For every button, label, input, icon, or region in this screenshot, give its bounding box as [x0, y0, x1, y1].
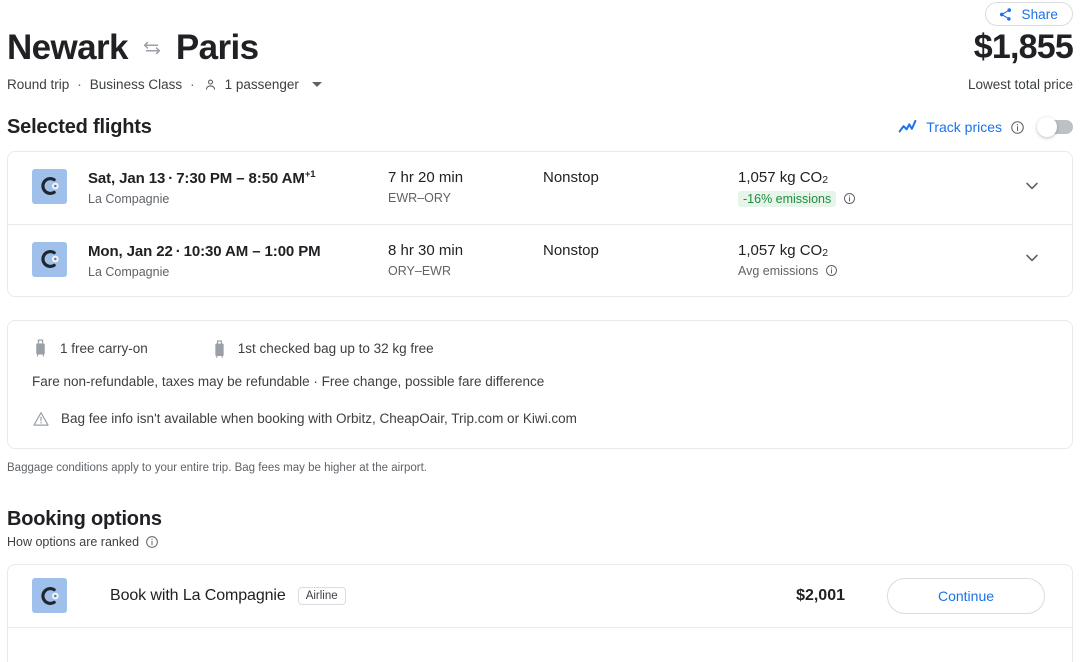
- info-icon[interactable]: [1010, 120, 1025, 135]
- flight-datetime: Sat, Jan 13 · 7:30 PM – 8:50 AM+1: [88, 169, 388, 187]
- bag-fee-warning-label: Bag fee info isn't available when bookin…: [61, 411, 577, 426]
- share-icon: [998, 7, 1013, 22]
- flight-stops: Nonstop: [543, 241, 599, 259]
- fare-terms: Fare non-refundable, taxes may be refund…: [32, 373, 545, 389]
- track-prices-control[interactable]: Track prices: [897, 117, 1073, 138]
- flight-time-col: Sat, Jan 13 · 7:30 PM – 8:50 AM+1 La Compa…: [88, 169, 388, 206]
- booking-option-price: $2,001: [796, 586, 845, 604]
- flight-duration: 7 hr 20 min: [388, 168, 464, 186]
- flight-booking-page: Share Newark Paris Round trip · Business…: [0, 0, 1080, 662]
- warning-triangle-icon: [32, 410, 50, 428]
- flight-co2-subscript: 2: [822, 173, 829, 186]
- selected-flights-title: Selected flights: [7, 115, 152, 138]
- flight-stops-col: Nonstop: [543, 169, 738, 186]
- carry-on-bag-icon: [32, 339, 49, 358]
- selected-flights-header: Selected flights Track prices: [7, 116, 1073, 139]
- trip-header: Newark Paris Round trip · Business Class…: [7, 0, 1073, 92]
- flight-duration: 8 hr 30 min: [388, 241, 464, 259]
- booking-option-row[interactable]: Book with La Compagnie Airline $2,001 Co…: [8, 565, 1072, 627]
- checked-bag-icon: [212, 339, 227, 359]
- emissions-label: Avg emissions: [738, 263, 819, 278]
- flight-duration-col: 8 hr 30 min ORY–EWR: [388, 242, 543, 278]
- flight-row[interactable]: Mon, Jan 22 · 10:30 AM – 1:00 PM La Compag…: [8, 223, 1072, 296]
- share-button[interactable]: Share: [985, 2, 1073, 26]
- info-icon[interactable]: [825, 264, 838, 277]
- flight-co2-value: 1,057 kg CO: [738, 241, 823, 259]
- chevron-down-icon[interactable]: [1022, 175, 1042, 200]
- checked-bag-label: 1st checked bag up to 32 kg free: [237, 341, 434, 356]
- flight-times: 7:30 PM – 8:50 AM: [176, 169, 305, 187]
- info-icon[interactable]: [145, 535, 159, 549]
- how-options-ranked[interactable]: How options are ranked: [7, 535, 1073, 549]
- carry-on-label: 1 free carry-on: [60, 341, 148, 356]
- chevron-down-icon[interactable]: [1022, 248, 1042, 273]
- flight-stops: Nonstop: [543, 168, 599, 186]
- flight-duration-col: 7 hr 20 min EWR–ORY: [388, 169, 543, 205]
- checked-bag-item: 1st checked bag up to 32 kg free: [212, 339, 434, 359]
- track-prices-toggle[interactable]: [1037, 117, 1073, 137]
- track-prices-label[interactable]: Track prices: [926, 119, 1002, 135]
- booking-options-header: Booking options How options are ranked: [7, 508, 1073, 549]
- flight-date: Mon, Jan 22: [88, 242, 173, 260]
- booking-option-name: Book with La Compagnie: [110, 586, 286, 604]
- flight-day-offset: +1: [304, 168, 316, 180]
- origin-city: Newark: [7, 28, 129, 67]
- swap-arrows-icon: [141, 37, 163, 59]
- flight-emissions-col: 1,057 kg CO2 Avg emissions: [738, 242, 973, 278]
- baggage-allowances: 1 free carry-on 1st checked bag up to 32…: [32, 339, 1048, 359]
- separator-dot-1: ·: [77, 76, 82, 92]
- flight-times: 10:30 AM – 1:00 PM: [183, 242, 321, 260]
- flight-datetime: Mon, Jan 22 · 10:30 AM – 1:00 PM: [88, 242, 388, 260]
- continue-button[interactable]: Continue: [887, 577, 1045, 614]
- total-price-amount: $1,855: [973, 28, 1074, 66]
- passenger-selector[interactable]: 1 passenger: [203, 77, 322, 92]
- route-title: Newark Paris: [7, 28, 1073, 68]
- bag-fee-warning: Bag fee info isn't available when bookin…: [32, 410, 1048, 428]
- booking-option-tag: Airline: [297, 586, 346, 605]
- flight-airports: EWR–ORY: [388, 190, 451, 205]
- flight-emissions-row: -16% emissions: [738, 190, 973, 207]
- person-icon: [203, 77, 218, 92]
- total-price-caption: Lowest total price: [967, 77, 1073, 93]
- flight-date: Sat, Jan 13: [88, 169, 166, 187]
- flight-co2: 1,057 kg CO2: [738, 242, 973, 259]
- info-icon[interactable]: [843, 192, 856, 205]
- flight-emissions-col: 1,057 kg CO2 -16% emissions: [738, 169, 973, 207]
- separator-dot-2: ·: [190, 76, 195, 92]
- booking-options-title: Booking options: [7, 507, 162, 530]
- la-compagnie-logo: [32, 578, 67, 613]
- baggage-note: Baggage conditions apply to your entire …: [7, 461, 428, 474]
- flight-airline: La Compagnie: [88, 191, 170, 206]
- chevron-down-icon[interactable]: [311, 81, 322, 87]
- trip-summary: Round trip · Business Class · 1 passenge…: [7, 77, 1073, 92]
- total-price-block: $1,855 Lowest total price: [967, 28, 1074, 93]
- flight-airline: La Compagnie: [88, 264, 170, 279]
- cabin-class: Business Class: [89, 76, 183, 92]
- flight-row[interactable]: Sat, Jan 13 · 7:30 PM – 8:50 AM+1 La Compa…: [8, 152, 1072, 224]
- la-compagnie-logo: [32, 168, 67, 204]
- flight-sep: ·: [175, 242, 181, 260]
- how-options-ranked-label: How options are ranked: [7, 534, 140, 549]
- selected-flights-card: Sat, Jan 13 · 7:30 PM – 8:50 AM+1 La Compa…: [7, 150, 1073, 297]
- trip-type: Round trip: [7, 76, 70, 92]
- flight-co2-subscript: 2: [822, 246, 829, 259]
- passenger-count-label: 1 passenger: [224, 76, 299, 92]
- destination-city: Paris: [175, 28, 259, 67]
- la-compagnie-logo: [32, 241, 67, 277]
- flight-emissions-row: Avg emissions: [738, 264, 973, 278]
- baggage-card: 1 free carry-on 1st checked bag up to 32…: [7, 319, 1073, 449]
- carry-on-item: 1 free carry-on: [32, 339, 148, 358]
- flight-time-col: Mon, Jan 22 · 10:30 AM – 1:00 PM La Compag…: [88, 242, 388, 279]
- flight-co2-value: 1,057 kg CO: [738, 168, 823, 186]
- trend-line-icon: [897, 117, 918, 138]
- toggle-knob: [1037, 117, 1057, 137]
- flight-sep: ·: [168, 169, 174, 187]
- emissions-badge: -16% emissions: [738, 190, 837, 207]
- booking-option-row-partial[interactable]: [8, 626, 1072, 662]
- flight-co2: 1,057 kg CO2: [738, 169, 973, 186]
- share-label: Share: [1021, 6, 1058, 22]
- flight-airports: ORY–EWR: [388, 263, 451, 278]
- booking-options-card: Book with La Compagnie Airline $2,001 Co…: [7, 563, 1073, 662]
- flight-stops-col: Nonstop: [543, 242, 738, 259]
